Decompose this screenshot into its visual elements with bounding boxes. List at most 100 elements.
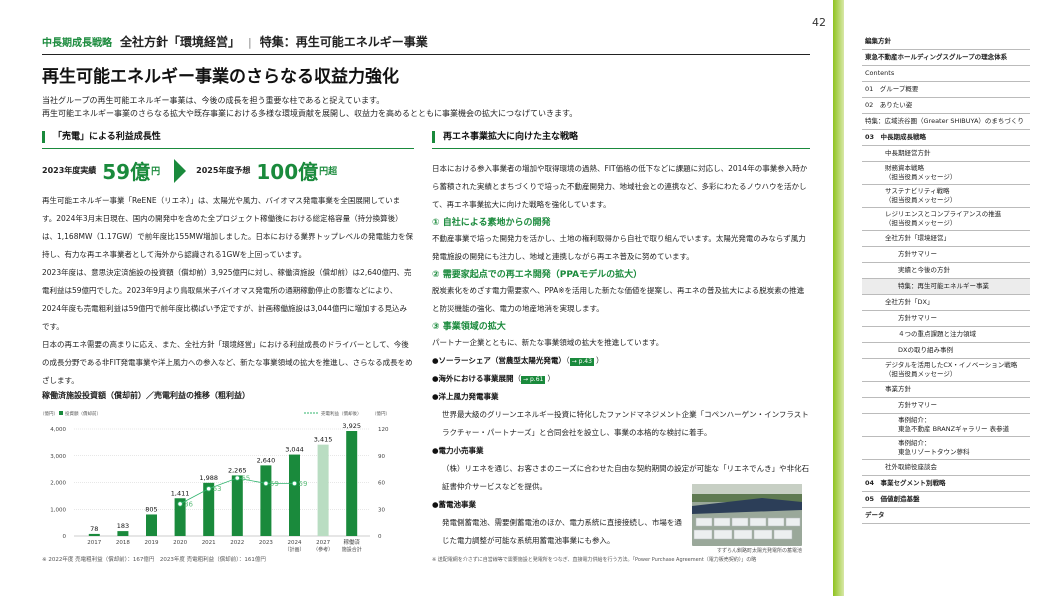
strategy-3-title: ③ 事業領域の拡大 [432,322,506,332]
nav-item-label: Contents [865,69,895,77]
side-accent-strip [833,0,844,596]
profit-value-label: 36 [184,500,193,508]
header-main-title: 全社方針「環境経営」 [120,35,241,49]
nav-item[interactable]: 東急不動産ホールディングスグループの理念体系 [862,50,1030,66]
bullet-overseas-label: ●海外における事業展開 [432,374,514,383]
bar-value-label: 3,044 [285,446,304,454]
table-of-contents-nav: 編集方針東急不動産ホールディングスグループの理念体系 Contents 01 グルー… [862,34,1030,524]
bar-value-label: 183 [117,522,129,530]
nav-item-label: 事例紹介： [898,439,931,447]
left-tick-label: 1,000 [50,507,66,513]
photo-caption: すずらん釧路町太陽光発電所の蓄電池 [716,548,802,554]
nav-item[interactable]: 実績と今後の方針 [862,263,1030,279]
bar [289,454,300,536]
nav-item[interactable]: DXの取り組み事例 [862,343,1030,359]
kpi-actual-value: 59億 [102,160,151,184]
nav-item-label: 方針サマリー [898,250,937,258]
bar [260,465,272,536]
kpi-forecast-label: 2025年度予想 [196,166,251,175]
nav-item[interactable]: 事例紹介： 東急リゾートタウン蓼科 [862,437,1030,460]
nav-item[interactable]: 02 ありたい姿 [862,98,1030,114]
profit-point [177,501,183,507]
bullet-battery-body: 発電側蓄電池、需要側蓄電池のほか、電力系統に直接接続し、市場を通じた電力調整が可… [442,518,682,545]
nav-item-label: 事例紹介： [898,416,931,424]
nav-item-label: 05 価値創造基盤 [865,495,920,503]
nav-item[interactable]: 事例紹介： 東急不動産 BRANZギャラリー 表参道 [862,414,1030,437]
right-axis-unit: （億円） [372,410,390,417]
bullet-offshore-wind-body: 世界最大級のグリーンエネルギー投資に特化したファンドマネジメント企業「コペンハー… [442,410,809,437]
x-tick-label: 2024 [288,540,302,546]
nav-item[interactable]: 特集：広域渋谷圏（Greater SHIBUYA）のまちづくり [862,114,1030,130]
nav-item[interactable]: データ [862,508,1030,524]
nav-item-label: 特集：再生可能エネルギー事業 [898,282,989,290]
nav-item[interactable]: 事業方針 [862,382,1030,398]
left-tick-label: 3,000 [50,454,66,460]
x-tick-label: 2022 [230,540,244,546]
x-tick-label: 稼働済 [343,538,360,546]
nav-item-label: 02 ありたい姿 [865,101,913,109]
nav-item[interactable]: 方針サマリー [862,311,1030,327]
nav-item-label: 04 事業セグメント別戦略 [865,479,946,487]
nav-item[interactable]: 04 事業セグメント別戦略 [862,476,1030,492]
profit-point [291,480,298,486]
header-separator: | [248,36,252,49]
left-axis-unit: （億円） [40,410,58,417]
nav-item[interactable]: 05 価値創造基盤 [862,492,1030,508]
bar-value-label: 2,265 [228,466,247,474]
page-ref-p43-link[interactable]: → p.43 [569,358,594,366]
strategy-1-body: 不動産事業で培った開発力を活かし、土地の権利取得から自社で取り組んでいます。太陽… [432,234,806,261]
nav-item[interactable]: レジリエンスとコンプライアンスの推進 （担当役員メッセージ） [862,208,1030,231]
chart-svg: （億円） 投資額（償却前） 売電利益（償却後） （億円） 0 1,000 2,000 3,00… [40,410,390,553]
nav-item-label: （担当役員メッセージ） [885,173,957,181]
nav-item[interactable]: 全社方針「環境経営」 [862,231,1030,247]
nav-item[interactable]: デジタルを活用したCX・イノベーション戦略 （担当役員メッセージ） [862,359,1030,382]
left-tick-label: 0 [63,534,67,540]
nav-item-label: DXの取り組み事例 [898,346,953,354]
nav-item[interactable]: 財務資本戦略 （担当役員メッセージ） [862,162,1030,185]
page-ref-p61-link[interactable]: → p.61 [521,376,546,384]
left-column-heading: 「売電」による利益成長性 [42,131,161,143]
left-paragraph-1: 再生可能エネルギー事業「ReENE（リエネ）」は、太陽光や風力、バイオマス発電事… [42,196,413,259]
page-number: 42 [812,16,826,29]
nav-item-label: 全社方針「DX」 [885,298,934,306]
kpi-forecast-unit: 円超 [319,167,338,177]
bar-value-label: 78 [90,525,98,533]
profit-point [234,475,240,481]
nav-item[interactable]: 方針サマリー [862,398,1030,414]
right-heading-rule [432,148,810,149]
nav-item[interactable]: ４つの重点課題と注力領域 [862,327,1030,343]
bar [317,444,329,536]
nav-item[interactable]: 01 グループ概要 [862,82,1030,98]
right-tick-label: 120 [378,427,389,433]
profit-value-label: 65 [241,475,250,483]
chart-title: 稼働済施設投資額（償却前）／売電利益の推移（粗利益） [42,391,250,400]
nav-item[interactable]: 方針サマリー [862,247,1030,263]
nav-item-label: 実績と今後の方針 [898,266,950,274]
nav-item-label: （担当役員メッセージ） [885,370,957,378]
nav-item[interactable]: サステナビリティ戦略 （担当役員メッセージ） [862,185,1030,208]
nav-item-label: デジタルを活用したCX・イノベーション戦略 [885,361,1018,369]
x-tick-label: 2020 [173,540,187,546]
right-intro: 日本における参入事業者の増加や取得環境の過熱、FIT価格の低下などに課題に対応し… [432,164,808,209]
nav-item[interactable]: 03 中長期成長戦略 [862,130,1030,146]
nav-item[interactable]: Contents [862,66,1030,82]
nav-item[interactable]: 社外取締役座談会 [862,460,1030,476]
bar-value-label: 805 [145,505,157,513]
nav-item-label: ４つの重点課題と注力領域 [898,330,976,338]
ppa-footnote: ※ 送配電網を介さずに自営線等で需要施設と発電所をつなぎ、直接電力供給を行う方法… [432,557,757,563]
nav-item[interactable]: 特集：再生可能エネルギー事業 [862,279,1030,295]
nav-item[interactable]: 中長期経営方針 [862,146,1030,162]
bar [88,533,100,536]
nav-item-label: （担当役員メッセージ） [885,196,957,204]
profit-value-label: 59 [299,480,308,488]
nav-item-label: 編集方針 [865,37,891,45]
bar [231,475,243,536]
nav-item-label: 特集：広域渋谷圏（Greater SHIBUYA）のまちづくり [865,117,1024,125]
nav-item[interactable]: 全社方針「DX」 [862,295,1030,311]
nav-item-label: 方針サマリー [898,314,937,322]
nav-item[interactable]: 編集方針 [862,34,1030,50]
profit-value-label: 59 [270,480,279,488]
right-tick-label: 90 [378,454,385,460]
nav-item-label: （担当役員メッセージ） [885,219,957,227]
kpi-actual-unit: 円 [151,167,161,177]
